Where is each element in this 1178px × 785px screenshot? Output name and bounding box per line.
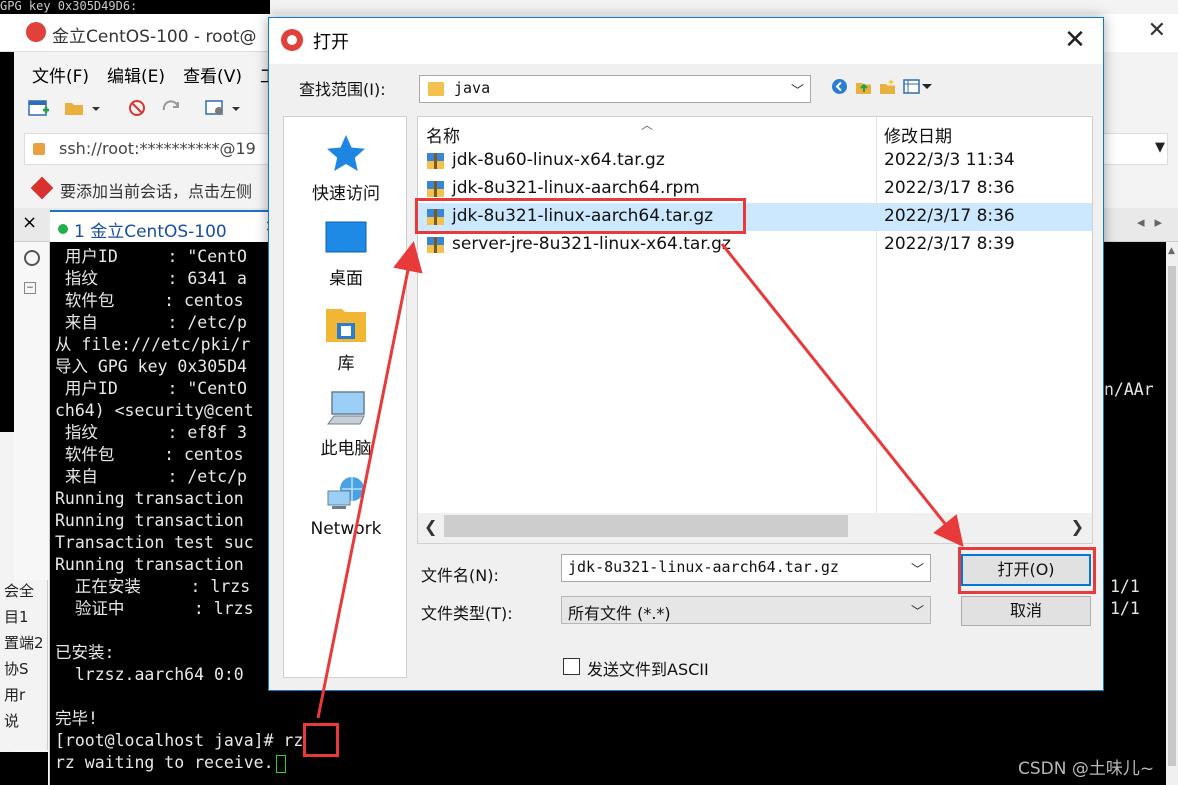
annotation-arrows bbox=[316, 241, 964, 719]
watermark: CSDN @土味儿~ bbox=[1018, 759, 1155, 779]
arrow-to-open-button bbox=[720, 243, 964, 548]
arrow-to-file bbox=[316, 241, 423, 719]
